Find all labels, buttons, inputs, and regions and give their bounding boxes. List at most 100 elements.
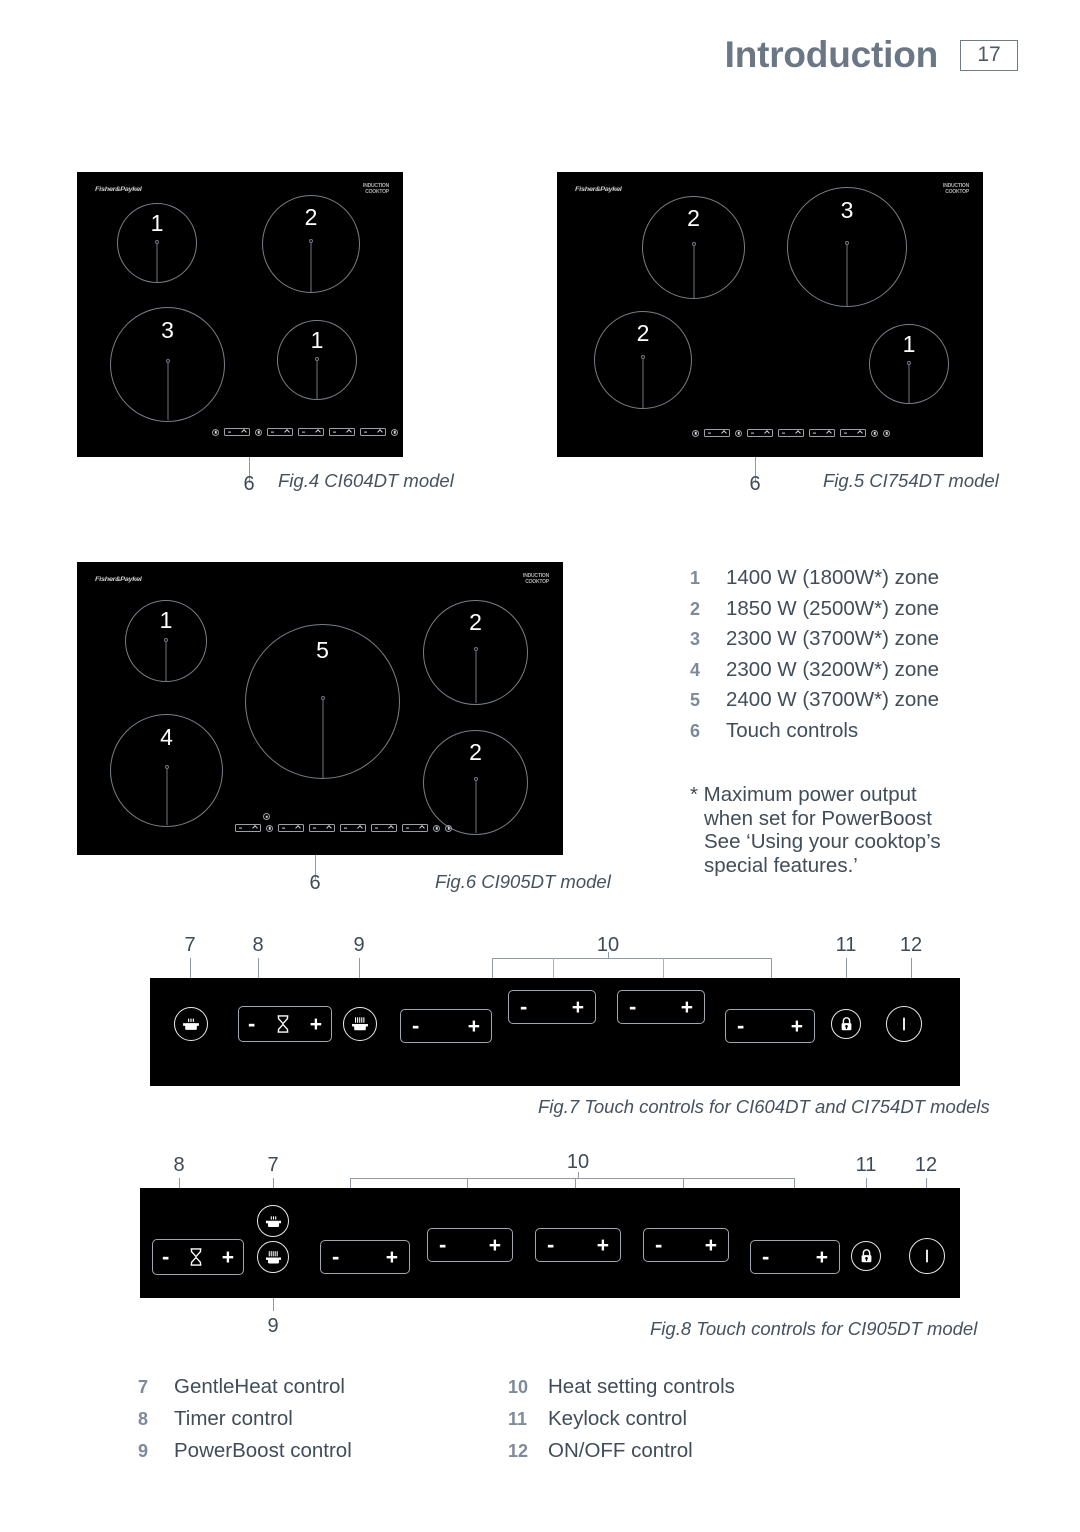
zone-stem <box>846 245 848 306</box>
heat-plus[interactable]: + <box>791 1016 803 1037</box>
legend-number: 11 <box>508 1409 528 1429</box>
heat-plus[interactable]: + <box>468 1016 480 1037</box>
heat-minus[interactable]: - <box>520 996 527 1018</box>
zone-stem <box>165 642 167 682</box>
heat-plus[interactable]: + <box>572 997 584 1018</box>
heat-minus[interactable]: - <box>762 1246 769 1268</box>
list-item-number: 6 <box>690 720 701 741</box>
list-item-label: 1400 W (1800W*) zone <box>726 566 940 589</box>
heat-setting-mini <box>371 824 397 832</box>
touch-control-strip <box>212 428 403 436</box>
list-item: 6 Touch controls <box>690 719 1020 743</box>
brand-logo: Fisher&Paykel <box>575 185 622 193</box>
touch-control-strip <box>235 824 452 832</box>
legend-number: 7 <box>138 1377 149 1397</box>
zone-number: 2 <box>304 203 318 230</box>
brand-logo: Fisher&Paykel <box>95 575 142 583</box>
zone-number: 1 <box>310 327 324 354</box>
footnote-block: * Maximum power output when set for Powe… <box>690 783 990 877</box>
powerboost-icon-mini <box>255 428 262 436</box>
keylock-control[interactable] <box>851 1241 881 1271</box>
callout-number-fig6: 6 <box>309 872 321 894</box>
heat-setting-control[interactable]: - + <box>750 1240 840 1274</box>
timer-minus[interactable]: - <box>162 1246 169 1268</box>
timer-control-mini <box>224 428 250 436</box>
page-header: Introduction 17 <box>725 34 1018 76</box>
legend-label: ON/OFF control <box>548 1439 693 1462</box>
keylock-control[interactable] <box>831 1009 861 1039</box>
callout-number-12: 12 <box>899 934 923 956</box>
callout-bracket-10b <box>350 1178 794 1179</box>
heat-minus[interactable]: - <box>332 1246 339 1268</box>
timer-control[interactable]: - + <box>152 1239 244 1275</box>
powerboost-control[interactable] <box>343 1007 377 1041</box>
heat-plus[interactable]: + <box>816 1247 828 1268</box>
timer-minus[interactable]: - <box>248 1013 255 1035</box>
powerboost-control[interactable] <box>257 1241 289 1273</box>
model-mark: INDUCTION COOKTOP <box>943 183 969 195</box>
gentleheat-icon <box>265 1215 281 1227</box>
heat-setting-control[interactable]: - + <box>725 1009 815 1043</box>
heat-minus[interactable]: - <box>439 1234 446 1256</box>
heat-plus[interactable]: + <box>681 997 693 1018</box>
heat-plus[interactable]: + <box>705 1235 717 1256</box>
gentleheat-control[interactable] <box>174 1007 208 1041</box>
list-item-number: 2 <box>690 598 701 619</box>
callout-number-9b: 9 <box>267 1315 279 1337</box>
heat-setting-control[interactable]: - + <box>400 1009 492 1043</box>
callout-number-9: 9 <box>353 934 365 956</box>
heat-setting-control[interactable]: - + <box>508 990 596 1024</box>
list-item-label: 2300 W (3700W*) zone <box>726 627 940 650</box>
heat-plus[interactable]: + <box>489 1235 501 1256</box>
cooking-zone: 2 <box>423 600 528 705</box>
onoff-control[interactable] <box>909 1238 945 1274</box>
heat-setting-control[interactable]: - + <box>320 1240 410 1274</box>
page-title: Introduction <box>724 34 939 75</box>
timer-control[interactable]: - + <box>238 1006 332 1042</box>
heat-plus[interactable]: + <box>597 1235 609 1256</box>
list-item: 3 2300 W (3700W*) zone <box>690 627 1020 651</box>
zone-number: 1 <box>902 331 916 358</box>
timer-control-mini <box>704 429 730 437</box>
onoff-control[interactable] <box>886 1006 922 1042</box>
list-item: 9 PowerBoost control <box>138 1439 508 1463</box>
footnote-line-3: See ‘Using your cooktop’s <box>704 830 941 853</box>
heat-minus[interactable]: - <box>412 1015 419 1037</box>
zone-stem <box>316 361 318 400</box>
zone-number: 2 <box>469 609 482 636</box>
callout-number-10b: 10 <box>566 1151 590 1173</box>
heat-minus[interactable]: - <box>547 1234 554 1256</box>
heat-setting-control[interactable]: - + <box>535 1228 621 1262</box>
heat-setting-mini <box>267 428 293 436</box>
list-item: 4 2300 W (3200W*) zone <box>690 658 1020 682</box>
cooking-zone: 2 <box>423 730 528 835</box>
legend-number: 9 <box>138 1441 149 1461</box>
powerboost-icon-mini <box>735 429 742 437</box>
heat-setting-control[interactable]: - + <box>427 1228 513 1262</box>
heat-minus[interactable]: - <box>655 1234 662 1256</box>
timer-plus[interactable]: + <box>222 1247 234 1268</box>
list-item-label: Touch controls <box>726 718 859 742</box>
zone-number: 2 <box>636 319 650 346</box>
heat-plus[interactable]: + <box>386 1247 398 1268</box>
callout-number-12b: 12 <box>914 1154 938 1176</box>
zone-number: 2 <box>469 739 482 766</box>
list-item: 10 Heat setting controls <box>508 1375 878 1399</box>
gentleheat-control[interactable] <box>257 1205 289 1237</box>
cooking-zone: 3 <box>787 187 907 307</box>
cooking-zone: 4 <box>110 714 223 827</box>
zone-number: 4 <box>160 723 173 750</box>
figure-caption-fig7: Fig.7 Touch controls for CI604DT and CI7… <box>538 1096 990 1117</box>
heat-minus[interactable]: - <box>737 1015 744 1037</box>
power-icon <box>926 1249 928 1263</box>
zone-stem <box>166 769 167 825</box>
footnote-line-4: special features.’ <box>704 853 858 877</box>
heat-minus[interactable]: - <box>629 996 636 1018</box>
timer-plus[interactable]: + <box>310 1014 322 1035</box>
list-item-number: 4 <box>690 659 701 680</box>
heat-setting-control[interactable]: - + <box>643 1228 729 1262</box>
powerboost-icon <box>265 1250 281 1263</box>
onoff-icon-mini <box>445 824 452 832</box>
model-mark: INDUCTION COOKTOP <box>363 183 389 195</box>
heat-setting-control[interactable]: - + <box>617 990 705 1024</box>
